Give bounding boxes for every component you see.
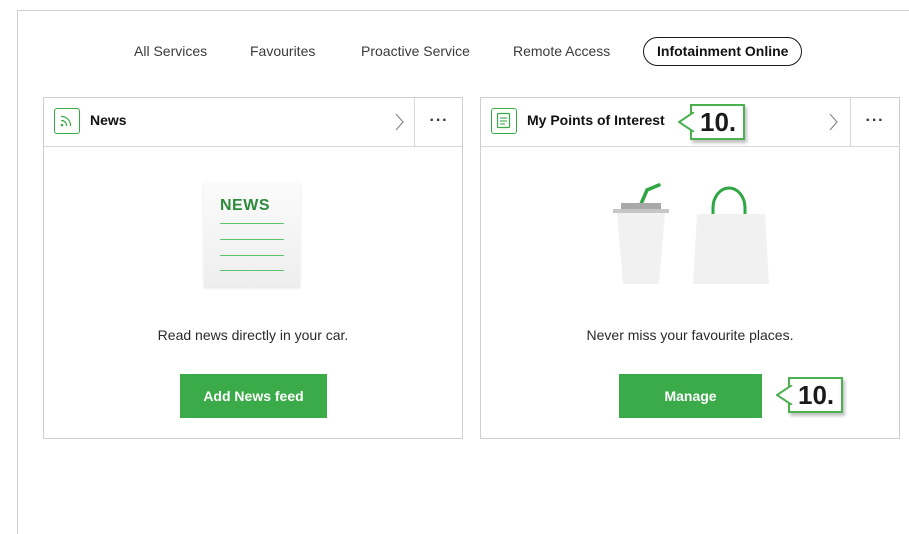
frame-top-border <box>17 10 909 11</box>
chevron-right-icon[interactable] <box>824 107 844 137</box>
more-options-button[interactable]: ··· <box>851 98 899 146</box>
step-callout: 10. <box>776 377 844 413</box>
news-line <box>220 255 284 256</box>
news-card-title: News <box>90 112 127 128</box>
document-list-icon <box>491 108 517 134</box>
news-line <box>220 270 284 271</box>
news-line <box>220 223 284 224</box>
callout-arrow-icon <box>776 385 793 405</box>
frame-left-border <box>17 10 18 534</box>
service-tabs: All Services Favourites Proactive Servic… <box>0 36 909 66</box>
tab-proactive-service[interactable]: Proactive Service <box>361 36 470 66</box>
callout-number: 10. <box>798 380 835 410</box>
step-callout: 10. <box>678 104 746 140</box>
tab-infotainment-online[interactable]: Infotainment Online <box>643 37 803 66</box>
news-card-header: News ··· <box>44 98 462 147</box>
poi-card-title: My Points of Interest <box>527 112 665 128</box>
manage-button[interactable]: Manage <box>619 374 762 418</box>
tab-remote-access[interactable]: Remote Access <box>513 36 610 66</box>
poi-card-description: Never miss your favourite places. <box>586 327 794 343</box>
callout-number: 10. <box>700 107 737 137</box>
news-illustration: NEWS <box>204 183 300 287</box>
rss-feed-icon <box>54 108 80 134</box>
add-news-feed-button[interactable]: Add News feed <box>180 374 327 418</box>
callout-arrow-icon <box>678 112 695 132</box>
tab-favourites[interactable]: Favourites <box>250 36 315 66</box>
news-illustration-title: NEWS <box>220 197 270 214</box>
cup-and-bag-illustration <box>601 180 781 290</box>
news-line <box>220 239 284 240</box>
chevron-right-icon[interactable] <box>390 107 410 137</box>
tab-all-services[interactable]: All Services <box>134 36 207 66</box>
news-card-description: Read news directly in your car. <box>157 327 349 343</box>
news-card: News ··· NEWS Read news directly in your… <box>43 97 463 439</box>
more-options-button[interactable]: ··· <box>415 98 463 146</box>
